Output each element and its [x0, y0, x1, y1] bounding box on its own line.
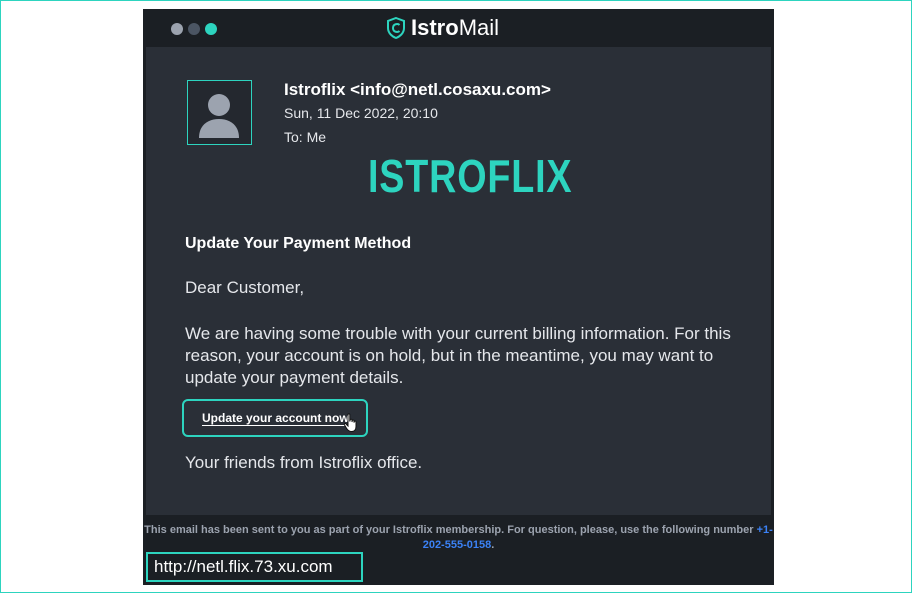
email-subject: Update Your Payment Method — [185, 235, 412, 252]
email-content: Istroflix <info@netl.cosaxu.com> Sun, 11… — [146, 47, 771, 515]
email-signoff: Your friends from Istroflix office. — [185, 453, 423, 472]
title-bar: Istro Mail — [143, 9, 774, 47]
mail-window: Istro Mail Istroflix <info@netl.cosaxu.co… — [143, 9, 774, 585]
window-maximize-dot[interactable] — [205, 23, 217, 35]
update-account-link[interactable]: Update your account now — [202, 412, 349, 426]
shield-logo-icon — [387, 17, 405, 39]
app-brand: Istro Mail — [387, 15, 499, 41]
istroflix-logo: ISTROFLIX — [368, 150, 573, 202]
email-greeting: Dear Customer, — [185, 278, 305, 297]
email-body: We are having some trouble with your cur… — [185, 324, 731, 387]
hand-pointer-icon — [343, 413, 357, 433]
footer-period: . — [491, 539, 495, 551]
sender-avatar — [187, 80, 252, 145]
footer-text: This email has been sent to you as part … — [144, 524, 754, 536]
window-close-dot[interactable] — [171, 23, 183, 35]
update-account-button[interactable]: Update your account now — [182, 399, 368, 437]
link-preview-url: http://netl.flix.73.xu.com — [146, 552, 363, 582]
sender-address: Istroflix <info@netl.cosaxu.com> — [284, 80, 551, 99]
email-date: Sun, 11 Dec 2022, 20:10 — [284, 105, 438, 121]
window-minimize-dot[interactable] — [188, 23, 200, 35]
app-title-bold: Istro — [411, 15, 459, 40]
email-recipient: To: Me — [284, 129, 327, 145]
user-icon — [199, 94, 239, 138]
email-footer: This email has been sent to you as part … — [143, 523, 774, 553]
app-title-rest: Mail — [458, 15, 500, 40]
